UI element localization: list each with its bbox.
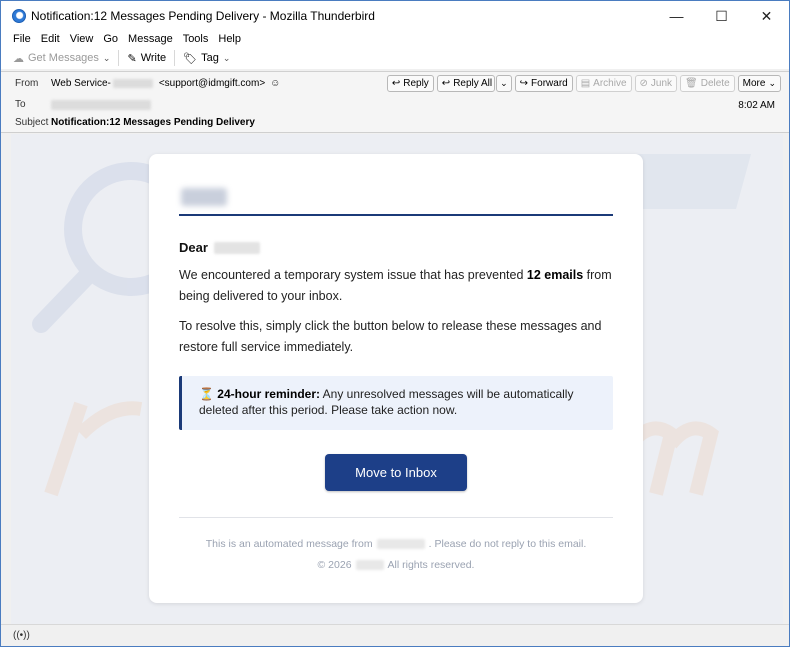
footer-copyright: © 2026 All rights reserved. — [149, 559, 643, 571]
footer-text-a: This is an automated message from — [205, 538, 373, 550]
paragraph-resolve: To resolve this, simply click the button… — [179, 319, 602, 354]
connection-status-icon[interactable]: ((•)) — [13, 630, 30, 641]
message-header: From Web Service- <support@idmgift.com> … — [1, 71, 789, 133]
menu-file[interactable]: File — [13, 33, 31, 45]
copyright-year: © 2026 — [317, 559, 352, 571]
more-button[interactable]: More ⌄ — [737, 75, 781, 92]
email-card: Dear We encountered a temporary system i… — [149, 154, 643, 603]
forward-icon: ↪ — [519, 78, 529, 89]
reply-button[interactable]: ↩ Reply — [386, 75, 434, 92]
redacted-company — [376, 539, 425, 550]
tag-icon: 🏷 — [183, 52, 198, 65]
reply-icon: ↩ — [391, 78, 401, 89]
redacted-company — [355, 560, 384, 571]
junk-button[interactable]: ⊘ Junk — [634, 75, 678, 92]
reply-all-button[interactable]: ↩ Reply All — [436, 75, 496, 92]
reply-label: Reply — [403, 78, 429, 89]
chevron-down-icon: ⌄ — [222, 52, 231, 63]
thunderbird-window: Notification:12 Messages Pending Deliver… — [0, 0, 790, 647]
cloud-download-icon: ☁ — [13, 52, 24, 65]
write-button[interactable]: ✎ Write — [127, 52, 166, 65]
message-time: 8:02 AM — [738, 100, 775, 111]
reminder-callout: ⏳ 24-hour reminder: Any unresolved messa… — [179, 376, 613, 430]
paragraph-issue: We encountered a temporary system issue … — [179, 265, 619, 307]
to-row: To — [15, 99, 151, 110]
chevron-down-icon: ⌄ — [500, 78, 508, 88]
subject-text: Notification:12 Messages Pending Deliver… — [51, 117, 255, 128]
reply-all-menu-button[interactable]: ⌄ — [496, 75, 512, 92]
get-messages-label: Get Messages — [28, 52, 99, 64]
para1-text: We encountered a temporary system issue … — [179, 268, 527, 282]
archive-label: Archive — [593, 78, 627, 89]
chevron-down-icon[interactable]: ⌄ — [103, 53, 111, 64]
redacted-recipient — [51, 99, 151, 110]
greeting-text: Dear — [179, 240, 208, 255]
window-controls: — ☐ ✕ — [654, 1, 789, 31]
chevron-down-icon: ⌄ — [768, 78, 776, 88]
menu-edit[interactable]: Edit — [41, 33, 60, 45]
redacted-logo — [181, 188, 227, 206]
reply-all-icon: ↩ — [441, 78, 451, 89]
sender-name[interactable]: Web Service- — [51, 78, 111, 89]
window-title: Notification:12 Messages Pending Deliver… — [31, 9, 375, 23]
toolbar-divider — [118, 50, 120, 66]
pencil-icon: ✎ — [127, 52, 137, 65]
get-messages-button[interactable]: ☁ Get Messages ⌄ — [13, 52, 110, 65]
header-actions: ↩ Reply ↩ Reply All ⌄ ↪ Forward ▤ Archive ⊘ J… — [384, 75, 781, 92]
trash-icon: 🗑 — [685, 78, 698, 89]
from-row: From Web Service- <support@idmgift.com> … — [15, 78, 280, 89]
footer-text-b: . Please do not reply to this email. — [428, 538, 587, 550]
redacted-sender — [112, 79, 153, 88]
tag-label: Tag — [201, 52, 219, 64]
forward-button[interactable]: ↪ Forward — [514, 75, 573, 92]
delete-label: Delete — [700, 78, 730, 89]
subject-label: Subject — [15, 117, 49, 128]
hourglass-icon: ⏳ — [199, 387, 214, 401]
menu-go[interactable]: Go — [103, 33, 118, 45]
footer-notice: This is an automated message from . Pleas… — [149, 538, 643, 550]
move-to-inbox-button[interactable]: Move to Inbox — [325, 454, 467, 491]
subject-row: Subject Notification:12 Messages Pending… — [15, 117, 255, 128]
close-button[interactable]: ✕ — [744, 1, 789, 31]
header-rule — [179, 214, 613, 216]
menu-view[interactable]: View — [70, 33, 94, 45]
menu-message[interactable]: Message — [128, 33, 173, 45]
menu-bar: File Edit View Go Message Tools Help — [1, 31, 789, 47]
maximize-button[interactable]: ☐ — [699, 1, 744, 31]
minimize-button[interactable]: — — [654, 1, 699, 31]
message-body: Dear We encountered a temporary system i… — [11, 134, 783, 624]
tag-button[interactable]: 🏷 Tag ⌄ — [183, 52, 230, 65]
to-label: To — [15, 99, 26, 110]
from-label: From — [15, 78, 39, 89]
reminder-title: 24-hour reminder: — [217, 387, 320, 401]
greeting: Dear — [179, 240, 260, 255]
para1-bold: 12 emails — [526, 268, 584, 282]
menu-tools[interactable]: Tools — [183, 33, 209, 45]
more-label: More — [742, 78, 766, 89]
junk-icon: ⊘ — [639, 78, 648, 89]
status-bar: ((•)) — [1, 624, 789, 646]
archive-button[interactable]: ▤ Archive — [575, 75, 632, 92]
menu-help[interactable]: Help — [218, 33, 241, 45]
thunderbird-logo-icon — [12, 9, 26, 23]
delete-button[interactable]: 🗑 Delete — [680, 75, 735, 92]
archive-icon: ▤ — [580, 78, 591, 89]
title-bar: Notification:12 Messages Pending Deliver… — [1, 1, 789, 31]
toolbar-divider — [174, 50, 176, 66]
footer-rule — [179, 517, 613, 518]
junk-label: Junk — [650, 78, 673, 89]
redacted-name — [213, 241, 260, 254]
forward-label: Forward — [531, 78, 568, 89]
reply-all-label: Reply All — [453, 78, 493, 89]
sender-email[interactable]: <support@idmgift.com> — [159, 78, 265, 89]
write-label: Write — [140, 52, 167, 64]
copyright-text: All rights reserved. — [387, 559, 475, 571]
main-toolbar: ☁ Get Messages ⌄ ✎ Write 🏷 Tag ⌄ — [1, 47, 789, 69]
contact-icon[interactable]: ☺ — [270, 78, 280, 89]
